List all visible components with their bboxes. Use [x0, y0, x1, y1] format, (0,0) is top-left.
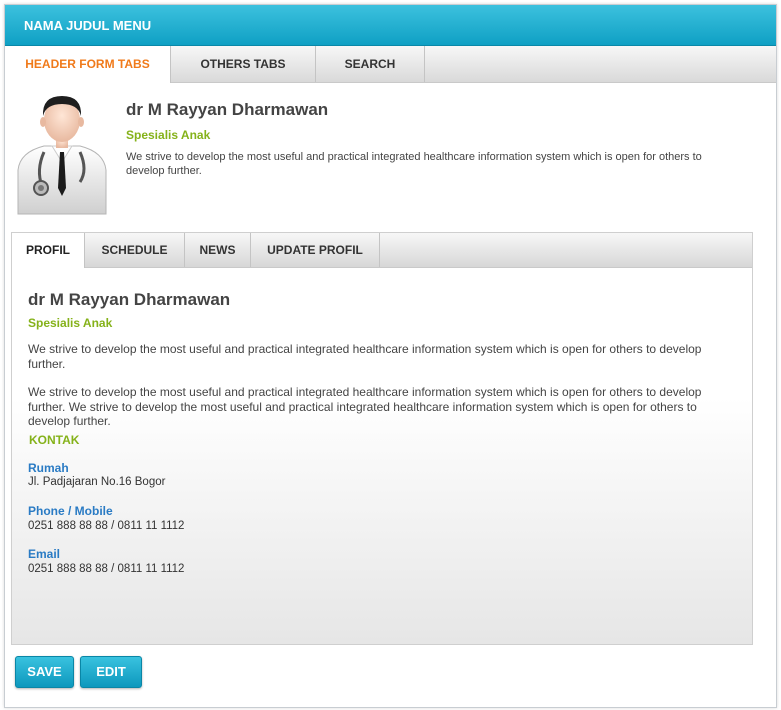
tab-profil[interactable]: PROFIL — [12, 233, 85, 268]
save-button[interactable]: SAVE — [15, 656, 74, 688]
contact-label-email: Email — [28, 547, 61, 561]
doctor-description: We strive to develop the most useful and… — [126, 151, 702, 177]
doctor-name: dr M Rayyan Dharmawan — [126, 100, 329, 119]
contact-value-rumah: Jl. Padjajaran No.16 Bogor — [28, 476, 166, 488]
doctor-specialty: Spesialis Anak — [126, 128, 211, 142]
profile-name: dr M Rayyan Dharmawan — [28, 290, 231, 309]
tab-schedule[interactable]: SCHEDULE — [85, 233, 185, 267]
contact-value-email: 0251 888 88 88 / 0811 11 1112 — [28, 563, 185, 575]
doctor-avatar-icon — [14, 90, 110, 215]
kontak-heading: KONTAK — [29, 433, 80, 447]
tab-header-form[interactable]: HEADER FORM TABS — [5, 46, 171, 83]
contact-label-phone: Phone / Mobile — [28, 504, 113, 518]
title-bar: NAMA JUDUL MENU — [5, 5, 776, 46]
profile-specialty: Spesialis Anak — [28, 316, 113, 330]
tab-update-profil[interactable]: UPDATE PROFIL — [251, 233, 380, 267]
tab-search[interactable]: SEARCH — [316, 46, 425, 82]
tab-others[interactable]: OTHERS TABS — [171, 46, 316, 82]
top-tab-bar: HEADER FORM TABS OTHERS TABS SEARCH — [5, 46, 776, 83]
contact-label-rumah: Rumah — [28, 461, 69, 475]
inner-tab-bar: PROFIL SCHEDULE NEWS UPDATE PROFIL — [12, 233, 752, 268]
profile-paragraph-1: We strive to develop the most useful and… — [28, 342, 702, 371]
window-title: NAMA JUDUL MENU — [24, 18, 152, 33]
tab-news[interactable]: NEWS — [185, 233, 251, 267]
contact-value-phone: 0251 888 88 88 / 0811 11 1112 — [28, 520, 185, 532]
profile-paragraph-2: We strive to develop the most useful and… — [28, 385, 702, 428]
profile-panel: PROFIL SCHEDULE NEWS UPDATE PROFIL dr M … — [11, 232, 753, 645]
edit-button[interactable]: EDIT — [80, 656, 142, 688]
